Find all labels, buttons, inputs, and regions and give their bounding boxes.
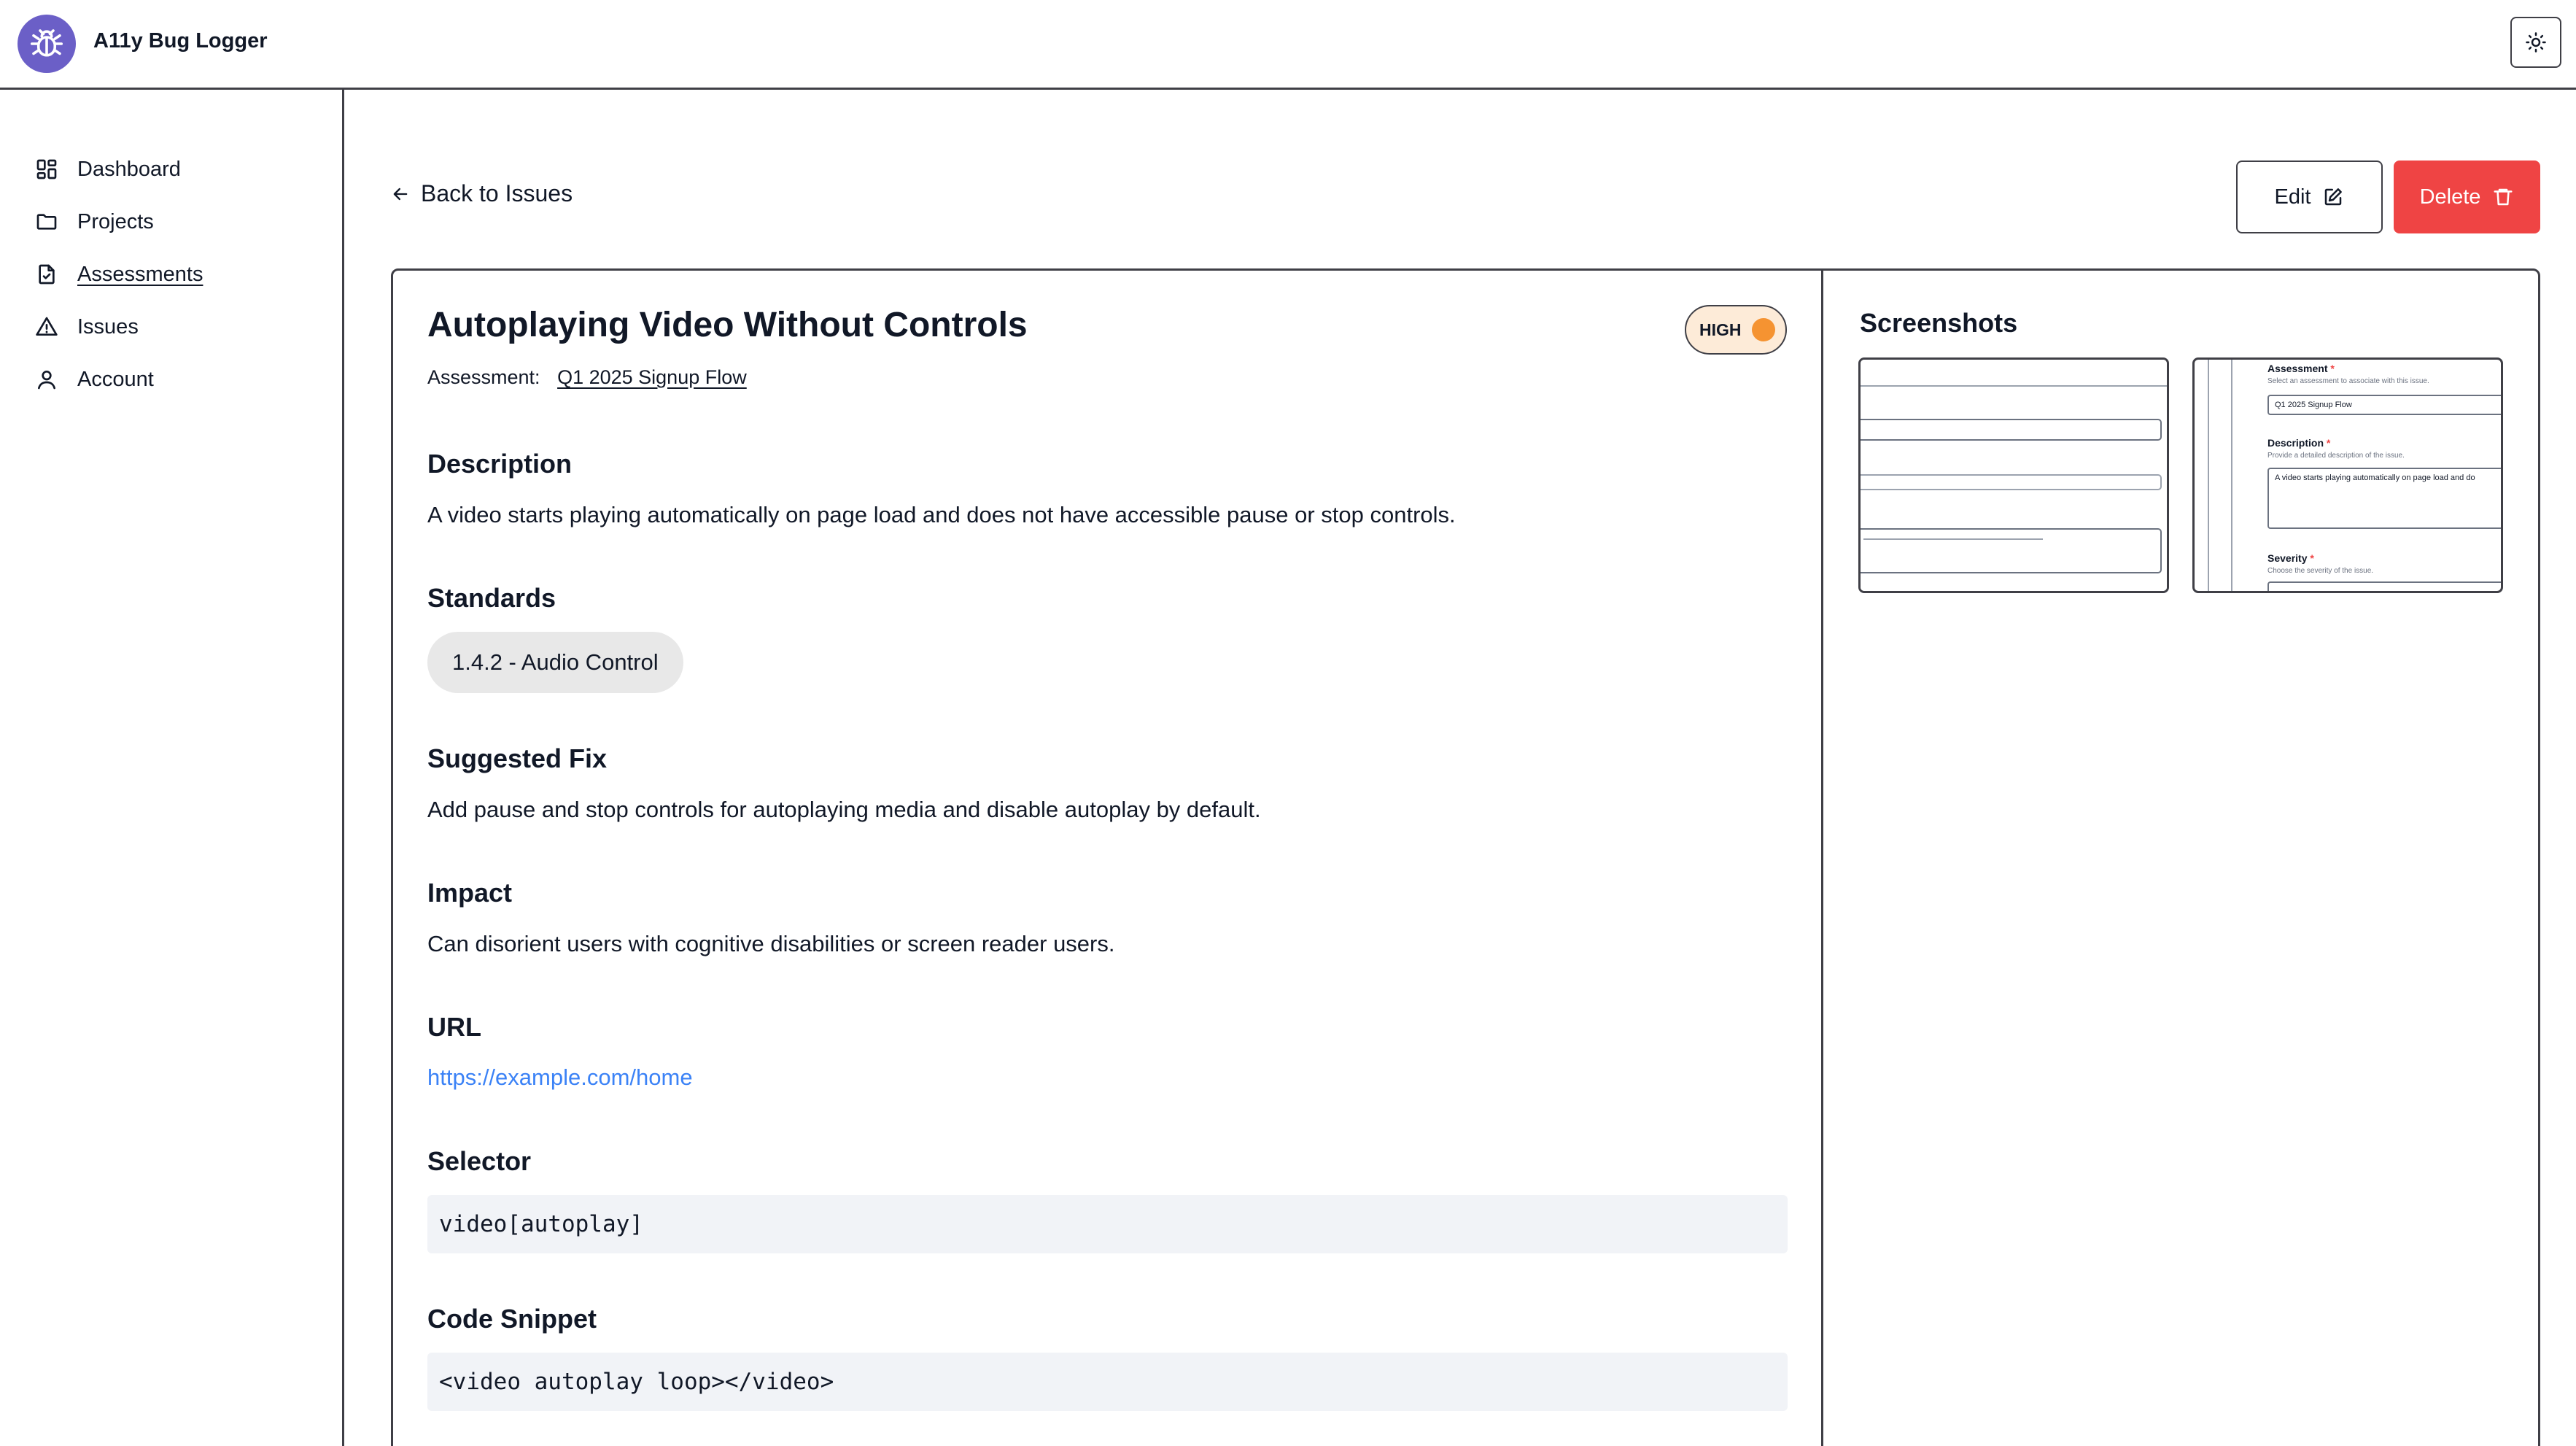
screenshot-thumbnail-1[interactable] bbox=[1858, 357, 2169, 593]
sidebar-item-account[interactable]: Account bbox=[35, 361, 154, 398]
code-snippet: <video autoplay loop></video> bbox=[427, 1353, 1788, 1411]
edit-button[interactable]: Edit bbox=[2236, 161, 2383, 233]
thumb-assessment-hint: Select an assessment to associate with t… bbox=[2267, 377, 2429, 385]
delete-label: Delete bbox=[2419, 185, 2481, 209]
issue-title: Autoplaying Video Without Controls bbox=[427, 306, 1028, 344]
description-heading: Description bbox=[427, 449, 573, 479]
url-heading: URL bbox=[427, 1012, 481, 1042]
top-bar: A11y Bug Logger bbox=[0, 0, 2576, 90]
edit-label: Edit bbox=[2274, 185, 2311, 209]
screenshot-1-preview bbox=[1861, 360, 2167, 591]
screenshots-heading: Screenshots bbox=[1860, 308, 2018, 338]
standard-chip: 1.4.2 - Audio Control bbox=[427, 632, 683, 693]
sidebar-item-assessments[interactable]: Assessments bbox=[35, 256, 203, 293]
assessment-link[interactable]: Q1 2025 Signup Flow bbox=[557, 366, 747, 388]
back-to-issues-link[interactable]: Back to Issues bbox=[390, 180, 573, 207]
file-check-icon bbox=[39, 264, 55, 285]
sidebar-item-label: Issues bbox=[77, 314, 139, 339]
sidebar-item-issues[interactable]: Issues bbox=[35, 309, 139, 345]
user-icon bbox=[38, 370, 55, 390]
thumb-severity-hint: Choose the severity of the issue. bbox=[2267, 567, 2374, 575]
folder-icon bbox=[36, 214, 57, 230]
dashboard-icon bbox=[36, 159, 57, 179]
thumb-severity-label: Severity bbox=[2267, 552, 2308, 564]
selector-code: video[autoplay] bbox=[427, 1195, 1788, 1253]
sidebar: Dashboard Projects Assessments Issues Ac… bbox=[0, 90, 344, 1446]
suggested-fix-text: Add pause and stop controls for autoplay… bbox=[427, 797, 1261, 822]
sidebar-item-label: Account bbox=[77, 367, 154, 391]
warning-icon bbox=[36, 317, 58, 336]
description-text: A video starts playing automatically on … bbox=[427, 502, 1456, 527]
thumb-description-value: A video starts playing automatically on … bbox=[2267, 468, 2501, 529]
sidebar-item-label: Dashboard bbox=[77, 157, 181, 181]
sidebar-item-projects[interactable]: Projects bbox=[35, 204, 154, 240]
selector-heading: Selector bbox=[427, 1146, 532, 1176]
app-title: A11y Bug Logger bbox=[93, 29, 268, 53]
bug-logo-icon bbox=[18, 15, 76, 73]
impact-text: Can disorient users with cognitive disab… bbox=[427, 931, 1115, 956]
impact-heading: Impact bbox=[427, 878, 513, 908]
assessment-label: Assessment: bbox=[427, 366, 540, 388]
back-label: Back to Issues bbox=[421, 180, 573, 206]
screenshot-thumbnail-2[interactable]: Assessment * Select an assessment to ass… bbox=[2192, 357, 2503, 593]
theme-toggle-button[interactable] bbox=[2510, 17, 2561, 68]
thumb-assessment-label: Assessment bbox=[2267, 363, 2328, 374]
severity-label: HIGH bbox=[1699, 320, 1742, 339]
thumb-assessment-value: Q1 2025 Signup Flow bbox=[2267, 395, 2501, 415]
card-divider bbox=[1821, 268, 1823, 1446]
sidebar-item-dashboard[interactable]: Dashboard bbox=[35, 151, 181, 187]
delete-button[interactable]: Delete bbox=[2394, 161, 2540, 233]
thumb-description-hint: Provide a detailed description of the is… bbox=[2267, 452, 2405, 460]
issue-url-link[interactable]: https://example.com/home bbox=[427, 1064, 693, 1091]
suggested-fix-heading: Suggested Fix bbox=[427, 743, 608, 773]
sidebar-item-label: Projects bbox=[77, 209, 154, 233]
standards-heading: Standards bbox=[427, 583, 556, 613]
sun-icon bbox=[2526, 32, 2546, 53]
severity-badge: HIGH bbox=[1685, 305, 1787, 355]
edit-icon bbox=[2325, 188, 2343, 206]
severity-dot bbox=[1751, 318, 1775, 341]
assessment-line: Assessment: Q1 2025 Signup Flow bbox=[427, 366, 747, 389]
trash-icon bbox=[2494, 188, 2513, 206]
sidebar-item-label: Assessments bbox=[77, 262, 203, 286]
arrow-left-icon bbox=[393, 187, 408, 200]
thumb-description-label: Description bbox=[2267, 437, 2324, 449]
code-snippet-heading: Code Snippet bbox=[427, 1304, 597, 1334]
